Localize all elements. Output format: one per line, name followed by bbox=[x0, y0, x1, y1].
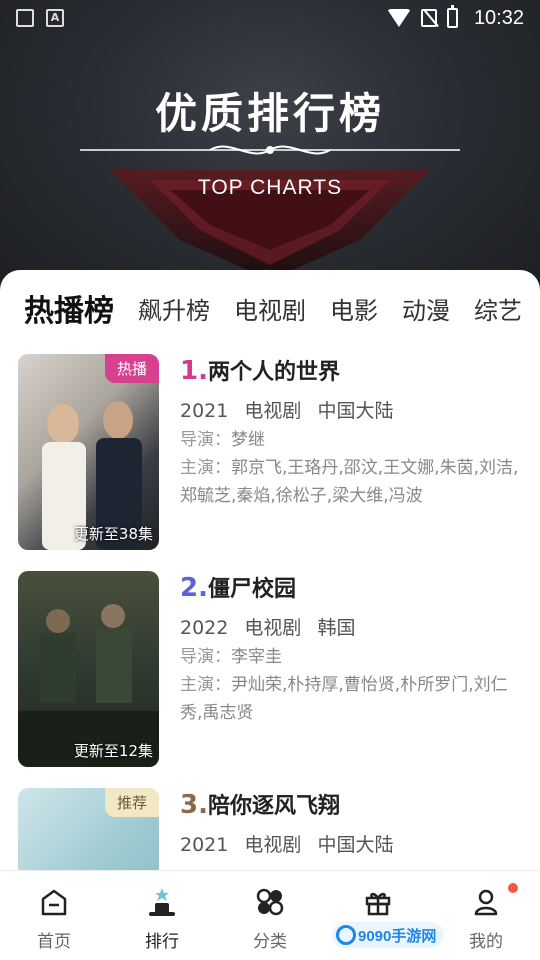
page-title: 优质排行榜 bbox=[154, 89, 385, 138]
no-sim-icon bbox=[420, 9, 437, 27]
item-title[interactable]: 僵尸校园 bbox=[208, 571, 296, 603]
item-year: 2021 bbox=[180, 834, 229, 856]
poster-image[interactable]: 更新至12集 bbox=[18, 571, 159, 767]
profile-icon bbox=[469, 885, 503, 919]
poster-image[interactable]: 推荐 bbox=[18, 788, 159, 870]
badge-hot: 热播 bbox=[104, 354, 159, 383]
tab-rising[interactable]: 飙升榜 bbox=[138, 291, 210, 326]
item-year: 2022 bbox=[180, 617, 229, 639]
item-meta: 2021 电视剧 中国大陆 bbox=[180, 830, 525, 860]
chart-list-panel: 热播榜 飙升榜 电视剧 电影 动漫 综艺 热播 更新至38集 1. 两个人的世界… bbox=[0, 270, 540, 870]
category-tabs: 热播榜 飙升榜 电视剧 电影 动漫 综艺 bbox=[24, 286, 540, 330]
item-meta: 2022 电视剧 韩国 bbox=[180, 613, 525, 643]
nav-category[interactable]: 分类 bbox=[216, 871, 324, 960]
item-year: 2021 bbox=[180, 400, 229, 422]
wifi-icon bbox=[386, 9, 411, 27]
stage-illustration bbox=[110, 170, 430, 280]
header-banner: A 10:32 优质排行榜 TOP CHARTS bbox=[0, 0, 540, 300]
tab-hot[interactable]: 热播榜 bbox=[24, 286, 114, 330]
nav-profile[interactable]: 我的 bbox=[432, 871, 540, 960]
list-item[interactable]: 推荐 3. 陪你逐风飞翔 2021 电视剧 中国大陆 bbox=[18, 788, 528, 870]
item-region: 中国大陆 bbox=[317, 400, 394, 422]
gift-icon bbox=[361, 885, 395, 919]
poster-art bbox=[18, 604, 159, 767]
item-cast: 主演：郭京飞,王珞丹,邵汶,王文娜,朱茵,刘洁,郑毓芝,秦焰,徐松子,梁大维,冯… bbox=[180, 458, 519, 506]
watermark-text: 9090手游网 bbox=[358, 927, 437, 945]
item-genre: 电视剧 bbox=[244, 834, 302, 856]
item-director: 导演：梦继 bbox=[180, 430, 265, 450]
font-icon: A bbox=[46, 9, 64, 27]
item-region: 中国大陆 bbox=[317, 834, 394, 856]
item-title[interactable]: 陪你逐风飞翔 bbox=[208, 788, 340, 820]
nav-home-label: 首页 bbox=[37, 932, 71, 952]
nav-ranking-label: 排行 bbox=[145, 932, 179, 952]
notification-dot bbox=[508, 883, 518, 893]
poster-art bbox=[42, 401, 142, 550]
item-director: 导演：李宰圭 bbox=[180, 647, 282, 667]
update-status: 更新至38集 bbox=[73, 525, 153, 543]
rank-number: 2. bbox=[180, 573, 208, 603]
item-genre: 电视剧 bbox=[244, 400, 302, 422]
item-meta: 2021 电视剧 中国大陆 bbox=[180, 396, 525, 426]
home-icon bbox=[37, 885, 71, 919]
list-item[interactable]: 热播 更新至38集 1. 两个人的世界 2021 电视剧 中国大陆 导演：梦继 … bbox=[18, 354, 528, 550]
image-icon bbox=[16, 9, 34, 27]
rank-number: 1. bbox=[180, 356, 208, 386]
nav-profile-label: 我的 bbox=[469, 932, 503, 952]
badge-recommend: 推荐 bbox=[104, 788, 159, 817]
nav-category-label: 分类 bbox=[253, 932, 287, 952]
tab-tv[interactable]: 电视剧 bbox=[234, 291, 306, 326]
battery-icon bbox=[446, 5, 458, 28]
item-cast: 主演：尹灿荣,朴持厚,曹怡贤,朴所罗门,刘仁秀,禹志贤 bbox=[180, 675, 508, 723]
category-icon bbox=[253, 885, 287, 919]
status-time: 10:32 bbox=[473, 6, 524, 29]
update-status: 更新至12集 bbox=[73, 742, 153, 760]
list-item[interactable]: 更新至12集 2. 僵尸校园 2022 电视剧 韩国 导演：李宰圭 主演：尹灿荣… bbox=[18, 571, 528, 767]
rank-number: 3. bbox=[180, 790, 208, 820]
tab-variety[interactable]: 综艺 bbox=[474, 291, 522, 326]
tab-movie[interactable]: 电影 bbox=[330, 291, 378, 326]
item-title[interactable]: 两个人的世界 bbox=[208, 354, 340, 386]
nav-home[interactable]: 首页 bbox=[0, 871, 108, 960]
watermark-logo: 9090手游网 bbox=[332, 922, 444, 948]
poster-image[interactable]: 热播 更新至38集 bbox=[18, 354, 159, 550]
bottom-navigation: 首页 排行 分类 我的 bbox=[0, 870, 540, 960]
ornament-divider bbox=[80, 145, 460, 155]
nav-ranking[interactable]: 排行 bbox=[108, 871, 216, 960]
logo-icon bbox=[336, 925, 356, 945]
page-subtitle: TOP CHARTS bbox=[197, 176, 343, 199]
ranking-icon bbox=[145, 885, 179, 919]
item-genre: 电视剧 bbox=[244, 617, 302, 639]
item-region: 韩国 bbox=[317, 617, 356, 639]
tab-anime[interactable]: 动漫 bbox=[402, 291, 450, 326]
status-bar: A 10:32 bbox=[0, 0, 540, 36]
